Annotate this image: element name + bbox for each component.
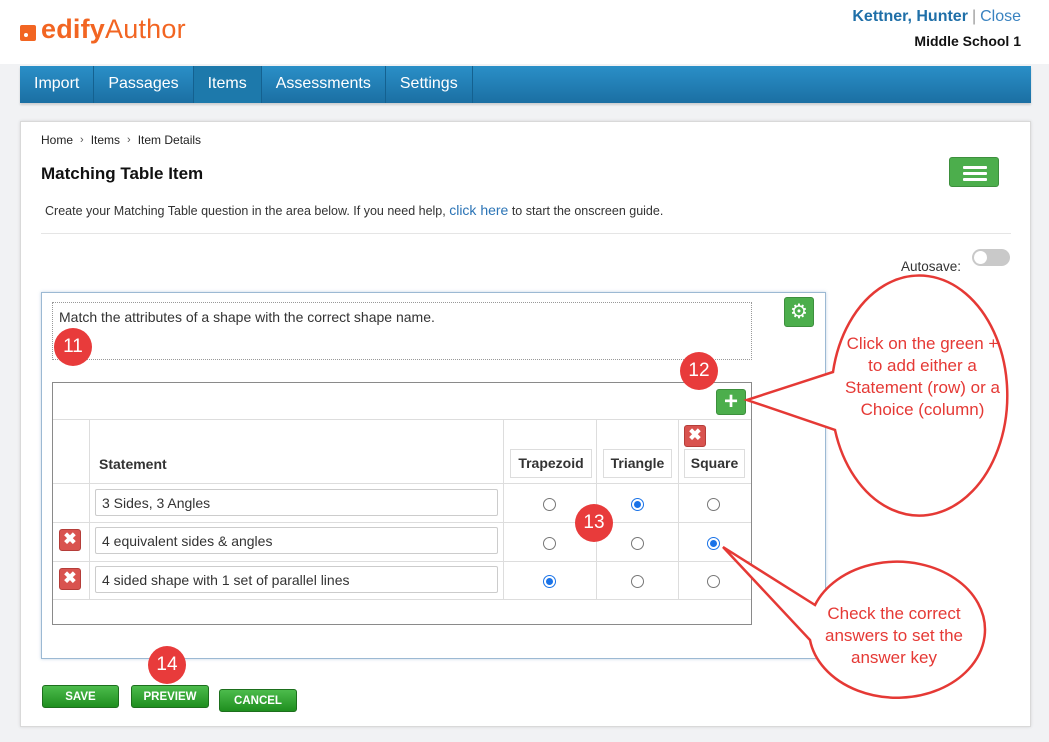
callout-add-text: Click on the green + to add either a Sta… — [845, 334, 1000, 419]
step-badge-13: 13 — [575, 504, 613, 542]
step-badge-11: 11 — [54, 328, 92, 366]
callout-check-text: Check the correct answers to set the ans… — [825, 604, 963, 667]
step-badge-12: 12 — [680, 352, 718, 390]
step-badge-14: 14 — [148, 646, 186, 684]
